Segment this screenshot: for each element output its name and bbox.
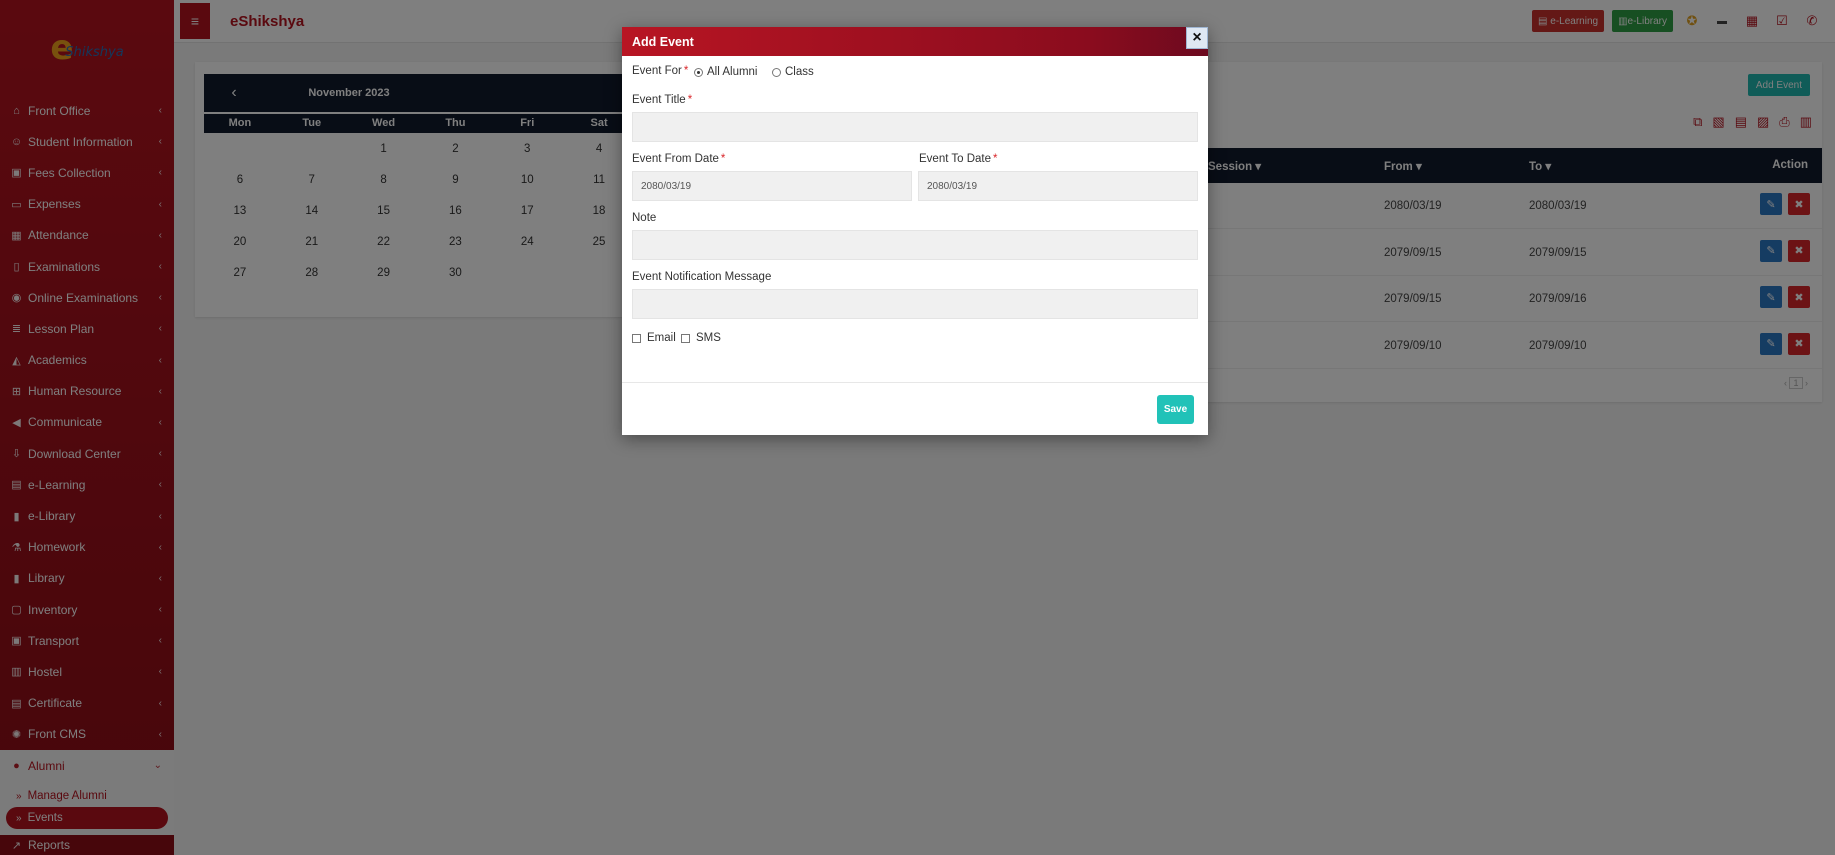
radio-all-alumni[interactable]: All Alumni xyxy=(694,66,758,78)
event-from-date-input[interactable]: 2080/03/19 xyxy=(632,171,912,201)
add-event-modal: Add Event × Event For * All Alumni Class … xyxy=(622,27,1208,435)
note-label: Note xyxy=(632,212,657,224)
notification-message-input[interactable] xyxy=(632,289,1198,319)
email-checkbox-box[interactable] xyxy=(632,333,641,343)
modal-title: Add Event xyxy=(632,34,694,49)
event-for-label: Event For * xyxy=(632,65,689,77)
event-for-label-text: Event For xyxy=(632,65,682,77)
event-to-date-label: Event To Date * xyxy=(919,153,998,165)
event-title-input[interactable] xyxy=(632,112,1198,142)
event-title-label: Event Title * xyxy=(632,94,693,106)
radio-class[interactable]: Class xyxy=(772,66,814,78)
event-from-date-label: Event From Date * xyxy=(632,153,726,165)
sms-checkbox-box[interactable] xyxy=(681,333,690,343)
event-to-date-input[interactable]: 2080/03/19 xyxy=(918,171,1198,201)
sms-checkbox-label: SMS xyxy=(696,332,721,344)
event-to-date-label-text: Event To Date xyxy=(919,153,992,165)
modal-footer-divider xyxy=(622,382,1208,383)
notification-message-label: Event Notification Message xyxy=(632,271,772,283)
email-checkbox-label: Email xyxy=(647,332,676,344)
close-icon[interactable]: × xyxy=(1186,27,1208,49)
modal-header: Add Event × xyxy=(622,27,1208,56)
save-button[interactable]: Save xyxy=(1157,395,1194,424)
event-from-date-label-text: Event From Date xyxy=(632,153,719,165)
note-input[interactable] xyxy=(632,230,1198,260)
radio-all-alumni-indicator[interactable] xyxy=(694,67,703,77)
event-title-label-text: Event Title xyxy=(632,94,686,106)
radio-class-label: Class xyxy=(785,66,814,78)
radio-class-indicator[interactable] xyxy=(772,67,781,77)
sms-checkbox[interactable]: SMS xyxy=(681,332,721,344)
radio-all-alumni-label: All Alumni xyxy=(707,66,758,78)
email-checkbox[interactable]: Email xyxy=(632,332,676,344)
